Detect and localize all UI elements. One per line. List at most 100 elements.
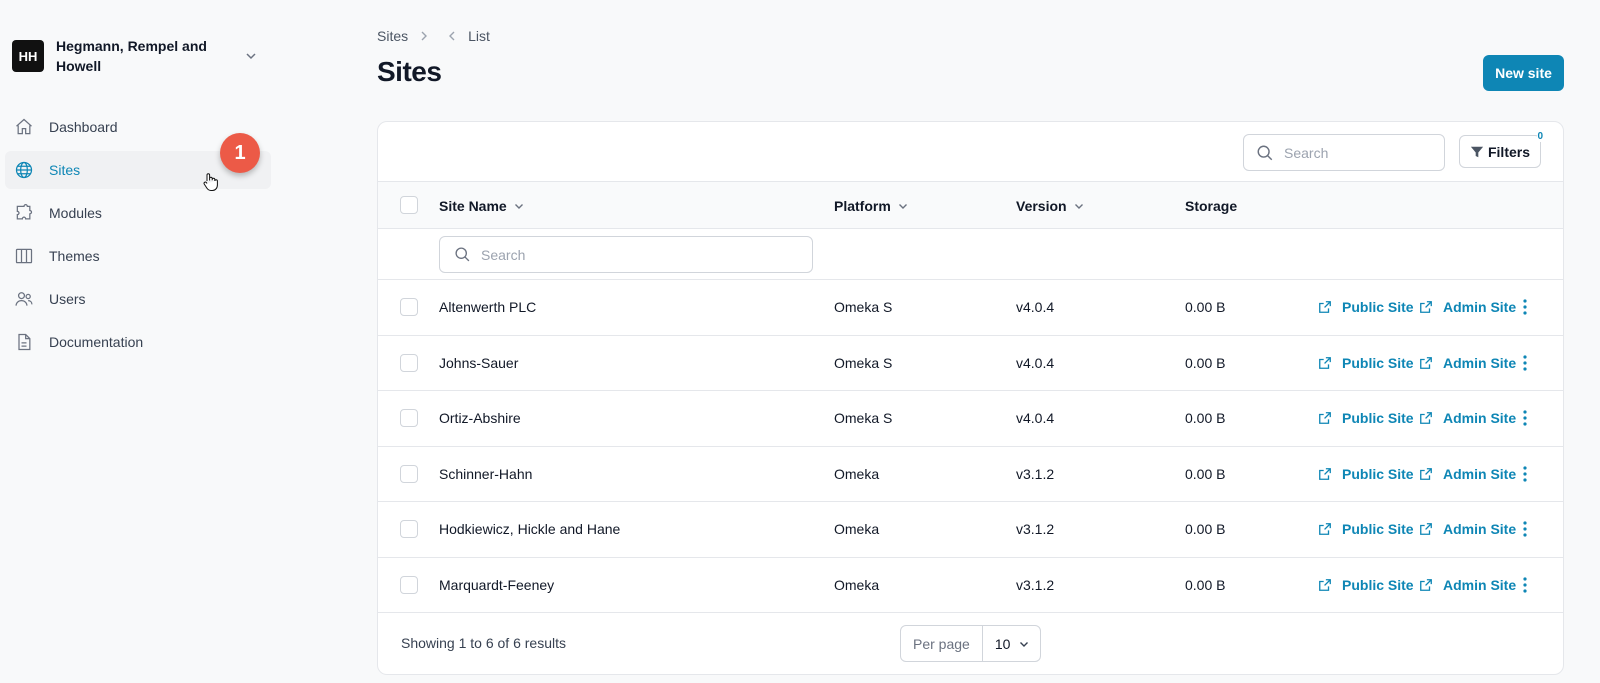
breadcrumb: Sites List <box>377 28 490 44</box>
sidebar-item-themes[interactable]: Themes <box>5 237 271 275</box>
row-checkbox[interactable] <box>400 464 418 483</box>
search-icon <box>455 247 470 262</box>
admin-site-link[interactable]: Admin Site <box>1419 502 1516 557</box>
storage-cell: 0.00 B <box>1185 354 1226 371</box>
org-name: Hegmann, Rempel and Howell <box>56 38 207 74</box>
site-name-cell: Marquardt-Feeney <box>439 576 555 593</box>
storage-cell: 0.00 B <box>1185 299 1226 316</box>
column-header-site-name[interactable]: Site Name <box>439 182 525 229</box>
table-search[interactable] <box>1243 134 1445 171</box>
admin-site-link[interactable]: Admin Site <box>1419 280 1516 335</box>
storage-cell: 0.00 B <box>1185 465 1226 482</box>
site-name-cell: Hodkiewicz, Hickle and Hane <box>439 521 621 538</box>
public-site-label: Public Site <box>1342 354 1414 371</box>
select-all-checkbox[interactable] <box>400 196 418 214</box>
sidebar-item-users[interactable]: Users <box>5 280 271 318</box>
admin-site-label: Admin Site <box>1443 354 1517 371</box>
more-actions-button[interactable] <box>1523 280 1527 335</box>
public-site-link[interactable]: Public Site <box>1318 447 1414 502</box>
storage-cell: 0.00 B <box>1185 410 1226 427</box>
more-actions-button[interactable] <box>1523 447 1527 502</box>
more-actions-button[interactable] <box>1523 558 1527 613</box>
admin-site-link[interactable]: Admin Site <box>1419 447 1516 502</box>
sidebar-item-label: Users <box>49 291 86 307</box>
sidebar-item-modules[interactable]: Modules <box>5 194 271 232</box>
more-vertical-icon <box>1523 410 1527 426</box>
globe-icon <box>13 159 35 181</box>
more-actions-button[interactable] <box>1523 336 1527 391</box>
admin-site-link[interactable]: Admin Site <box>1419 558 1516 613</box>
row-checkbox[interactable] <box>400 575 418 594</box>
row-checkbox[interactable] <box>400 353 418 372</box>
column-header-label: Platform <box>834 197 891 214</box>
public-site-label: Public Site <box>1342 576 1414 593</box>
external-link-icon <box>1419 578 1438 592</box>
public-site-link[interactable]: Public Site <box>1318 391 1414 446</box>
page-title: Sites <box>377 56 442 87</box>
site-name-search-input[interactable] <box>481 246 621 263</box>
row-checkbox[interactable] <box>400 298 418 316</box>
users-icon <box>13 288 35 310</box>
column-header-storage: Storage <box>1185 182 1237 229</box>
platform-cell: Omeka S <box>834 354 893 371</box>
version-cell: v3.1.2 <box>1016 576 1055 593</box>
table-header: Site Name Platform Version Storage <box>378 182 1563 229</box>
site-name-cell: Schinner-Hahn <box>439 465 533 482</box>
new-site-button[interactable]: New site <box>1483 55 1564 91</box>
org-avatar: HH <box>12 40 44 72</box>
column-header-platform[interactable]: Platform <box>834 182 909 229</box>
column-header-label: Site Name <box>439 197 507 214</box>
public-site-link[interactable]: Public Site <box>1318 336 1414 391</box>
admin-site-link[interactable]: Admin Site <box>1419 336 1516 391</box>
annotation-badge: 1 <box>220 133 260 173</box>
table-toolbar: Filters 0 <box>378 122 1563 182</box>
chevron-down-icon <box>897 200 909 212</box>
external-link-icon <box>1318 411 1337 425</box>
table-row: Ortiz-Abshire Omeka S v4.0.4 0.00 B Publ… <box>378 391 1563 447</box>
home-icon <box>13 116 35 138</box>
sidebar-item-label: Documentation <box>49 334 144 350</box>
public-site-link[interactable]: Public Site <box>1318 280 1414 335</box>
row-checkbox[interactable] <box>400 409 418 427</box>
table-row: Hodkiewicz, Hickle and Hane Omeka v3.1.2… <box>378 502 1563 558</box>
external-link-icon <box>1419 411 1438 425</box>
site-name-search[interactable] <box>439 236 813 273</box>
chevron-down-icon <box>1073 200 1085 212</box>
more-vertical-icon <box>1523 466 1527 482</box>
column-header-version[interactable]: Version <box>1016 182 1085 229</box>
platform-cell: Omeka <box>834 576 880 593</box>
public-site-link[interactable]: Public Site <box>1318 558 1414 613</box>
document-icon <box>13 331 35 353</box>
column-filter-row <box>378 229 1563 280</box>
version-cell: v4.0.4 <box>1016 410 1055 427</box>
sidebar-item-documentation[interactable]: Documentation <box>5 323 271 361</box>
row-checkbox[interactable] <box>400 520 418 538</box>
public-site-label: Public Site <box>1342 410 1414 427</box>
external-link-icon <box>1318 467 1337 481</box>
per-page-select[interactable]: 10 <box>983 636 1041 652</box>
platform-cell: Omeka <box>834 521 880 538</box>
version-cell: v3.1.2 <box>1016 465 1055 482</box>
org-switcher[interactable]: HH Hegmann, Rempel and Howell <box>12 36 267 76</box>
search-input[interactable] <box>1284 144 1424 161</box>
search-icon <box>1257 145 1273 160</box>
public-site-link[interactable]: Public Site <box>1318 502 1414 557</box>
more-vertical-icon <box>1523 577 1527 593</box>
chevron-down-icon <box>246 53 256 60</box>
puzzle-icon <box>13 202 35 224</box>
site-name-cell: Ortiz-Abshire <box>439 410 521 427</box>
external-link-icon <box>1318 356 1337 370</box>
chevron-down-icon <box>1018 638 1030 650</box>
more-actions-button[interactable] <box>1523 391 1527 446</box>
sidebar-item-label: Dashboard <box>49 119 118 135</box>
more-actions-button[interactable] <box>1523 502 1527 557</box>
public-site-label: Public Site <box>1342 465 1414 482</box>
per-page-control: Per page 10 <box>900 625 1042 662</box>
admin-site-link[interactable]: Admin Site <box>1419 391 1516 446</box>
filters-button[interactable]: Filters 0 <box>1459 131 1543 168</box>
storage-cell: 0.00 B <box>1185 576 1226 593</box>
external-link-icon <box>1318 522 1337 536</box>
sidebar-item-label: Modules <box>49 205 102 221</box>
hand-cursor-icon <box>203 173 218 191</box>
breadcrumb-sites-link[interactable]: Sites <box>377 28 408 44</box>
